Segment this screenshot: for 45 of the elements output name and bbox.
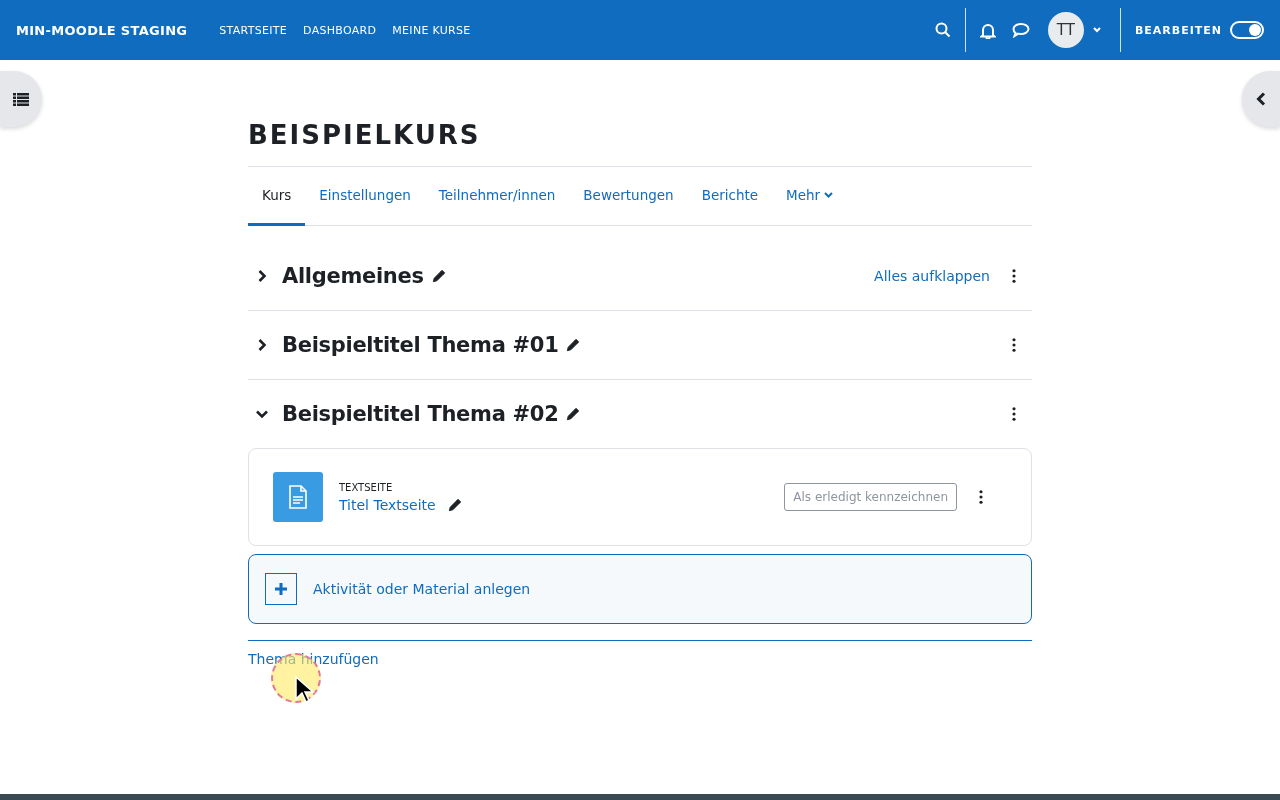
more-options-icon[interactable] <box>1012 269 1016 283</box>
nav-link[interactable]: MEINE KURSE <box>392 23 471 37</box>
course-tab[interactable]: Mehr <box>772 167 848 226</box>
section-title[interactable]: Beispieltitel Thema #01 <box>282 333 559 357</box>
course-tab[interactable]: Einstellungen <box>305 167 425 226</box>
pencil-icon[interactable] <box>566 407 581 421</box>
course-tab[interactable]: Bewertungen <box>569 167 688 226</box>
list-icon <box>13 92 29 106</box>
site-name[interactable]: MIN-MOODLE STAGING <box>16 22 188 38</box>
chevron-down-icon[interactable] <box>256 408 268 420</box>
chat-bubble-icon[interactable] <box>1011 22 1030 38</box>
page-icon <box>273 472 323 522</box>
caret-icon[interactable] <box>824 192 834 198</box>
plus-icon <box>275 583 287 595</box>
activity-type: TEXTSEITE <box>339 481 394 493</box>
search-icon[interactable] <box>934 22 951 38</box>
edit-mode-label: BEARBEITEN <box>1134 23 1222 37</box>
drawer-toggle[interactable] <box>1242 71 1280 127</box>
mouse-pointer-icon <box>295 676 315 704</box>
course-tab[interactable]: Berichte <box>687 167 773 226</box>
chevron-right-icon[interactable] <box>256 270 268 282</box>
bell-icon[interactable] <box>979 21 996 39</box>
pencil-icon[interactable] <box>566 338 581 352</box>
course-title: BEISPIELKURS <box>248 120 482 150</box>
add-section-link[interactable]: Thema hinzufügen <box>248 651 379 667</box>
course-index-toggle[interactable] <box>0 71 42 127</box>
chevron-left-icon <box>1256 92 1266 106</box>
add-activity-button[interactable]: Aktivität oder Material anlegen <box>248 554 1032 624</box>
nav-link[interactable]: DASHBOARD <box>303 23 377 37</box>
more-options-icon[interactable] <box>1012 407 1016 421</box>
pencil-icon[interactable] <box>447 497 462 512</box>
activity-link[interactable]: Titel Textseite <box>339 496 436 513</box>
section-title[interactable]: Allgemeines <box>282 264 424 288</box>
pencil-icon[interactable] <box>431 269 446 283</box>
nav-link[interactable]: STARTSEITE <box>219 23 288 37</box>
more-options-icon[interactable] <box>979 490 983 504</box>
more-options-icon[interactable] <box>1012 338 1016 352</box>
mark-done-button[interactable]: Als erledigt kennzeichnen <box>784 483 957 511</box>
expand-all-link[interactable]: Alles aufklappen <box>874 268 990 284</box>
course-tab[interactable]: Kurs <box>248 167 306 226</box>
user-avatar[interactable]: TT <box>1047 12 1084 48</box>
course-tab[interactable]: Teilnehmer/innen <box>424 167 570 226</box>
chevron-right-icon[interactable] <box>256 339 268 351</box>
edit-mode-toggle[interactable] <box>1230 21 1264 39</box>
section-title[interactable]: Beispieltitel Thema #02 <box>282 402 559 426</box>
